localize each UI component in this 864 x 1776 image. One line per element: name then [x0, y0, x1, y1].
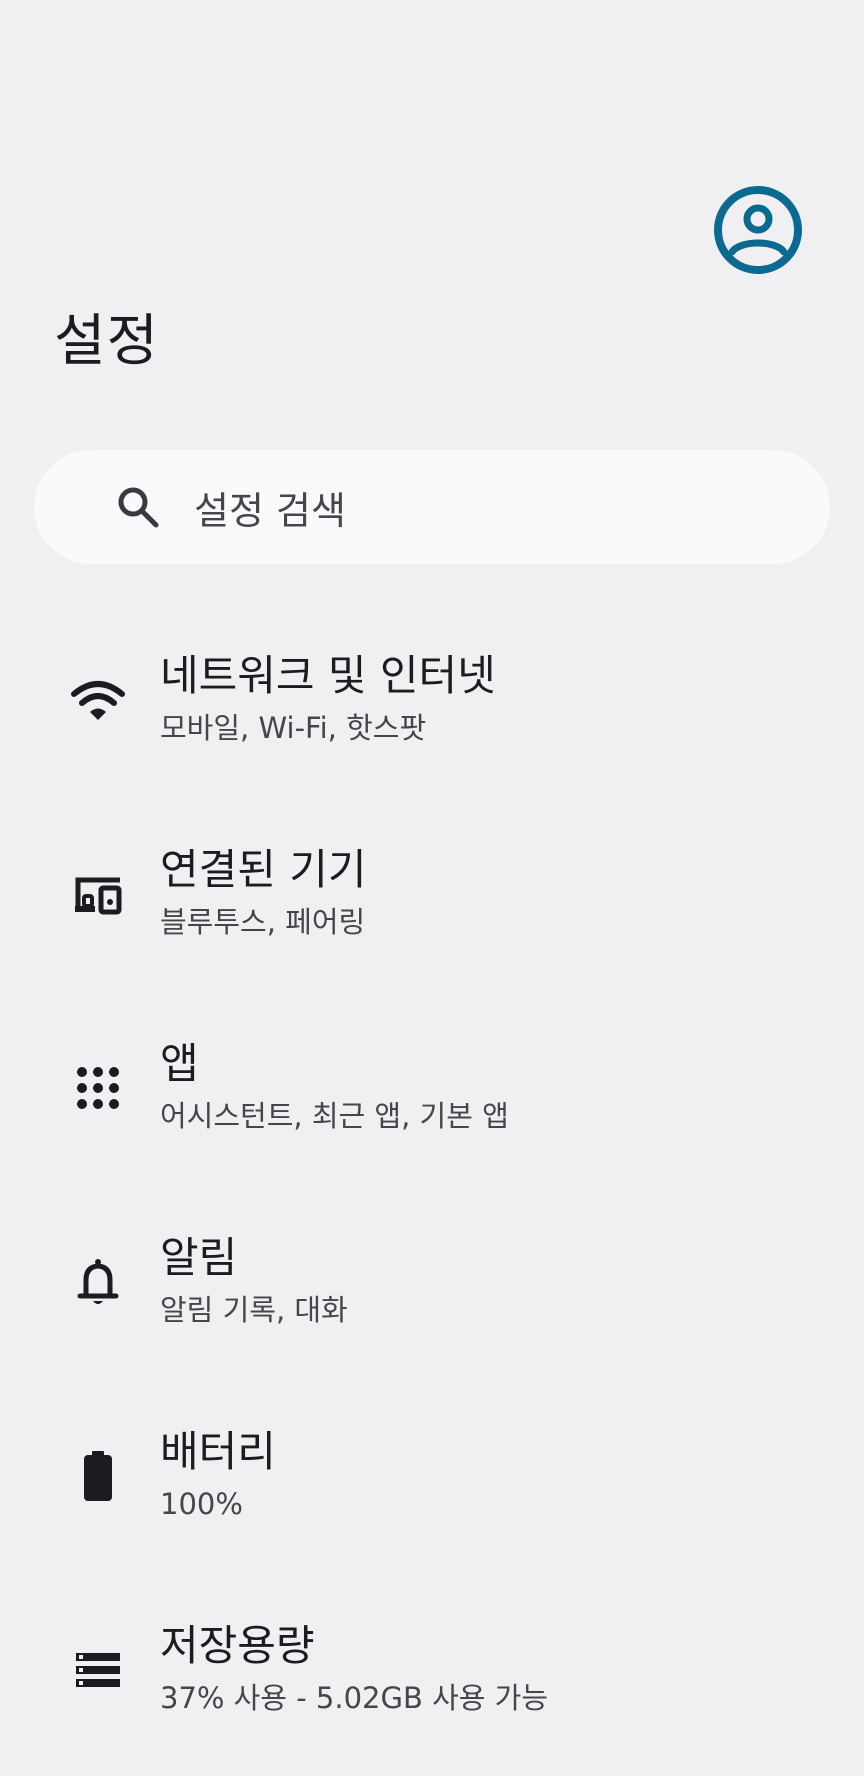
settings-item-storage[interactable]: 저장용량 37% 사용 - 5.02GB 사용 가능 — [0, 1592, 864, 1776]
settings-item-title: 저장용량 — [160, 1621, 315, 1670]
apps-grid-icon — [70, 1060, 126, 1116]
settings-item-summary: 블루투스, 페어링 — [160, 905, 366, 939]
bell-icon — [70, 1254, 126, 1310]
storage-icon — [70, 1642, 126, 1698]
settings-item-title: 네트워크 및 인터넷 — [160, 651, 496, 700]
settings-item-summary: 100% — [160, 1487, 243, 1521]
search-bar[interactable]: 설정 검색 — [34, 450, 830, 564]
settings-item-network[interactable]: 네트워크 및 인터넷 모바일, Wi-Fi, 핫스팟 — [0, 622, 864, 816]
settings-item-notifications[interactable]: 알림 알림 기록, 대화 — [0, 1204, 864, 1398]
wifi-icon — [70, 672, 126, 728]
page-title: 설정 — [54, 309, 160, 374]
settings-item-summary: 어시스턴트, 최근 앱, 기본 앱 — [160, 1099, 509, 1133]
settings-list: 네트워크 및 인터넷 모바일, Wi-Fi, 핫스팟 연결된 기기 블루투스, … — [0, 622, 864, 1776]
settings-item-title: 알림 — [160, 1233, 238, 1282]
battery-icon — [70, 1448, 126, 1504]
settings-item-summary: 알림 기록, 대화 — [160, 1293, 348, 1327]
account-button[interactable] — [708, 180, 808, 280]
settings-item-apps[interactable]: 앱 어시스턴트, 최근 앱, 기본 앱 — [0, 1010, 864, 1204]
settings-item-summary: 37% 사용 - 5.02GB 사용 가능 — [160, 1681, 549, 1715]
settings-item-summary: 모바일, Wi-Fi, 핫스팟 — [160, 711, 427, 745]
account-circle-icon — [714, 186, 802, 274]
settings-item-title: 연결된 기기 — [160, 845, 367, 894]
connected-devices-icon — [70, 866, 126, 922]
settings-item-connected-devices[interactable]: 연결된 기기 블루투스, 페어링 — [0, 816, 864, 1010]
search-input[interactable]: 설정 검색 — [194, 480, 346, 535]
settings-item-title: 배터리 — [160, 1427, 276, 1476]
settings-item-battery[interactable]: 배터리 100% — [0, 1398, 864, 1592]
search-icon — [116, 485, 160, 529]
settings-item-title: 앱 — [160, 1039, 199, 1088]
settings-screen: 설정 설정 검색 네트워크 및 인터넷 모바일, Wi-Fi, 핫스팟 연결된 … — [0, 0, 864, 1776]
